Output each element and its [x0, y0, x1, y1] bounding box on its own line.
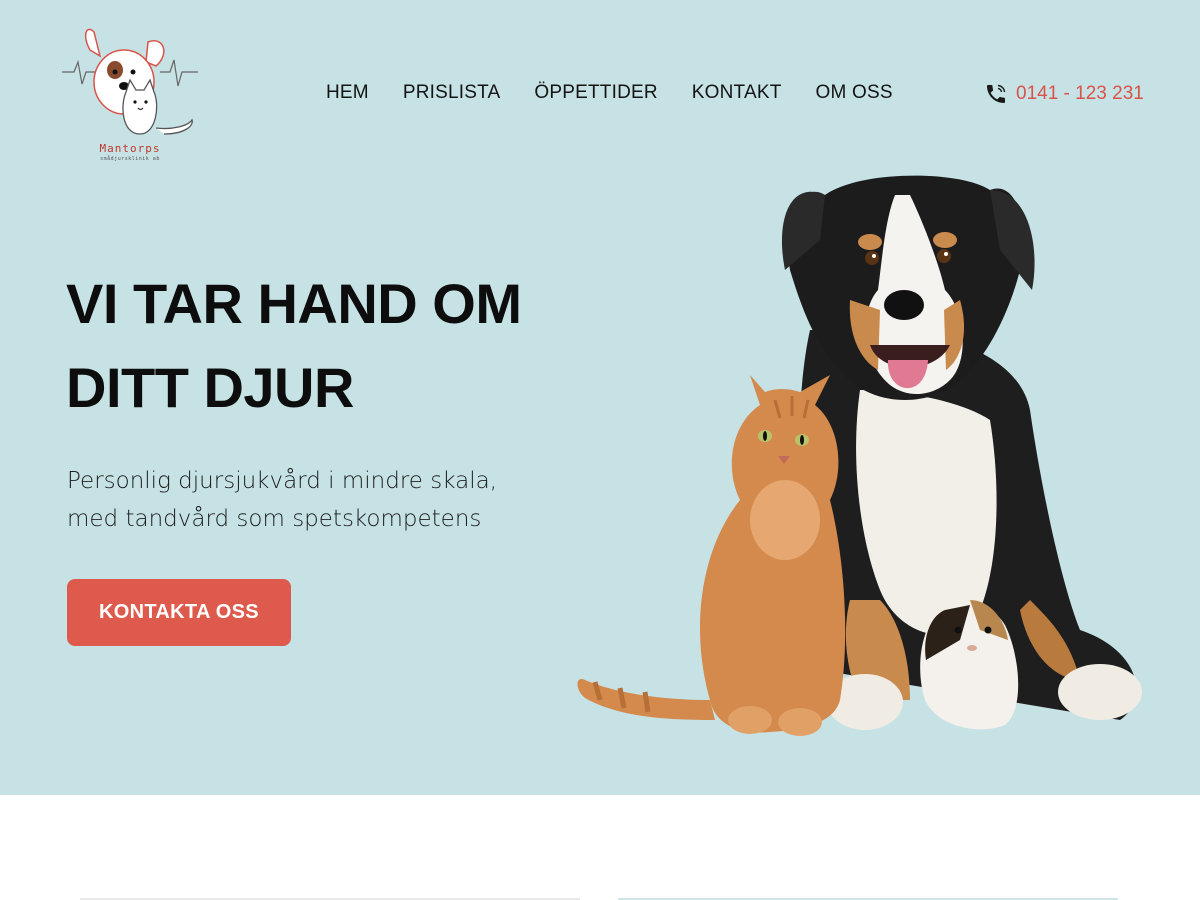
brand-name: Mantorps [99, 142, 161, 155]
dog-cat-heartbeat-logo-icon [62, 28, 198, 135]
phone-number: 0141 - 123 231 [1016, 83, 1144, 104]
hero-subtitle-line-1: Personlig djursjukvård i mindre skala, [67, 468, 498, 494]
nav-item-om-oss[interactable]: OM OSS [816, 82, 893, 106]
dog-cat-guinea-pig-photo [577, 175, 1142, 736]
contact-us-button[interactable]: KONTAKTA OSS [67, 579, 291, 646]
main-nav: HEM PRISLISTA ÖPPETTIDER KONTAKT OM OSS [326, 82, 927, 106]
hero-subtitle: Personlig djursjukvård i mindre skala, m… [67, 462, 507, 538]
nav-item-prislista[interactable]: PRISLISTA [403, 82, 501, 106]
nav-item-oppettider[interactable]: ÖPPETTIDER [534, 82, 657, 106]
phone-link[interactable]: 0141 - 123 231 [984, 80, 1144, 108]
hero-headline-line-2: DITT DJUR [66, 356, 354, 419]
hero-section: Mantorps smådjursklinik ab HEM PRISLISTA… [0, 0, 1200, 795]
nav-item-hem[interactable]: HEM [326, 82, 369, 106]
nav-item-kontakt[interactable]: KONTAKT [692, 82, 782, 106]
hero-headline-line-1: VI TAR HAND OM [66, 272, 522, 335]
phone-icon [987, 84, 1006, 103]
site-logo[interactable]: Mantorps smådjursklinik ab [60, 22, 200, 168]
hero-subtitle-line-2: med tandvård som spetskompetens [67, 506, 482, 532]
hero-headline: VI TAR HAND OM DITT DJUR [66, 262, 526, 430]
brand-subtitle: smådjursklinik ab [100, 156, 160, 162]
